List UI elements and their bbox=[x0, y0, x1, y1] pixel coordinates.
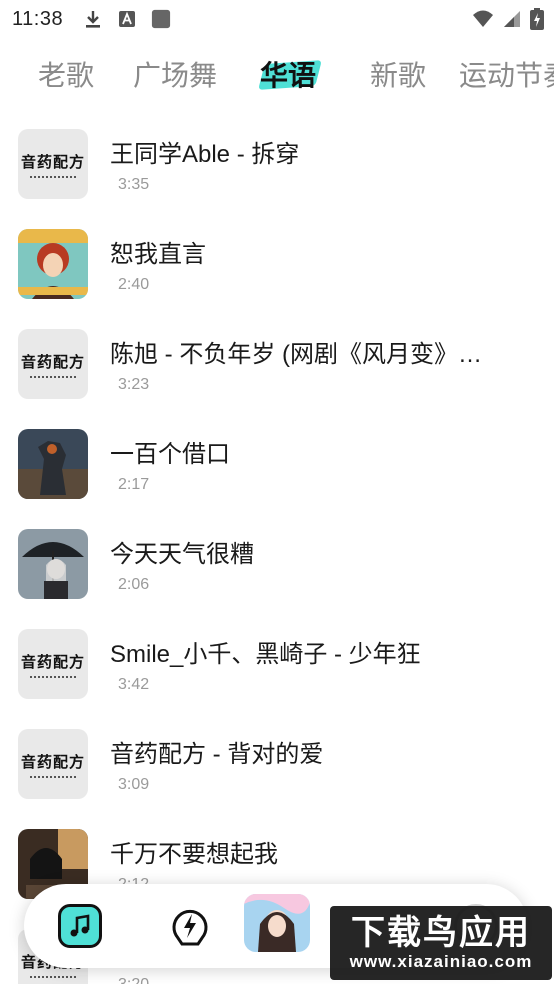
song-title: 陈旭 - 不负年岁 (网剧《风月变》… bbox=[110, 341, 482, 368]
category-tabs: 老歌 广场舞 华语 新歌 运动节奏 bbox=[0, 50, 554, 102]
cover-logo-text: 音药配方 bbox=[20, 352, 85, 371]
song-duration: 2:06 bbox=[118, 576, 150, 593]
song-duration: 3:20 bbox=[118, 976, 149, 984]
song-duration: 2:17 bbox=[118, 476, 150, 493]
tab-oldies[interactable]: 老歌 bbox=[38, 50, 94, 102]
song-title: 恕我直言 bbox=[110, 241, 206, 268]
song-title: 今天天气很糟 bbox=[110, 541, 254, 568]
album-cover bbox=[18, 529, 88, 599]
a-icon bbox=[117, 9, 137, 29]
album-cover: 音药配方 bbox=[18, 329, 88, 399]
album-cover: 音药配方 bbox=[18, 729, 88, 799]
cover-logo-text: 音药配方 bbox=[20, 152, 85, 171]
tab-square-dance[interactable]: 广场舞 bbox=[133, 50, 217, 102]
flash-icon[interactable] bbox=[170, 904, 210, 948]
song-duration: 3:35 bbox=[118, 176, 150, 193]
song-row[interactable]: 一百个借口 2:17 bbox=[0, 416, 554, 516]
tab-workout-rhythm[interactable]: 运动节奏 bbox=[459, 50, 554, 102]
song-row[interactable]: 音药配方 音药配方 - 背对的爱 3:09 bbox=[0, 716, 554, 816]
download-icon bbox=[83, 9, 103, 29]
album-cover: 音药配方 bbox=[18, 629, 88, 699]
wifi-icon bbox=[472, 9, 494, 34]
song-duration: 2:40 bbox=[118, 276, 150, 293]
app-square-icon bbox=[151, 9, 171, 29]
signal-icon bbox=[502, 9, 522, 34]
song-row[interactable]: 恕我直言 2:40 bbox=[0, 216, 554, 316]
cover-logo-text: 音药配方 bbox=[20, 752, 85, 771]
song-duration: 3:23 bbox=[118, 376, 150, 393]
song-title: 音药配方 - 背对的爱 bbox=[110, 741, 324, 768]
status-time: 11:38 bbox=[12, 7, 64, 30]
music-note-icon[interactable] bbox=[58, 904, 102, 948]
song-row[interactable]: 音药配方 王同学Able - 拆穿 3:35 bbox=[0, 116, 554, 216]
song-duration: 3:09 bbox=[118, 776, 150, 793]
status-bar: 11:38 bbox=[0, 0, 554, 38]
song-row[interactable]: 音药配方 Smile_小千、黑崎子 - 少年狂 3:42 bbox=[0, 616, 554, 716]
song-row[interactable]: 音药配方 陈旭 - 不负年岁 (网剧《风月变》… 3:23 bbox=[0, 316, 554, 416]
album-cover bbox=[18, 229, 88, 299]
album-cover: 音药配方 bbox=[18, 129, 88, 199]
watermark: 下载鸟应用 www.xiazainiao.com bbox=[330, 906, 552, 980]
song-row[interactable]: 今天天气很糟 2:06 bbox=[0, 516, 554, 616]
cover-logo-text: 音药配方 bbox=[20, 652, 85, 671]
player-avatar[interactable] bbox=[244, 894, 310, 952]
battery-charging-icon bbox=[530, 8, 544, 35]
tab-chinese[interactable]: 华语 bbox=[260, 50, 316, 102]
tab-new-songs[interactable]: 新歌 bbox=[370, 50, 426, 102]
song-title: 一百个借口 bbox=[110, 441, 230, 468]
song-title: 王同学Able - 拆穿 bbox=[110, 141, 300, 168]
song-duration: 3:42 bbox=[118, 676, 150, 693]
song-title: Smile_小千、黑崎子 - 少年狂 bbox=[110, 641, 421, 668]
watermark-url: www.xiazainiao.com bbox=[349, 952, 533, 971]
song-title: 千万不要想起我 bbox=[110, 841, 278, 868]
watermark-title: 下载鸟应用 bbox=[351, 914, 531, 952]
album-cover bbox=[18, 429, 88, 499]
